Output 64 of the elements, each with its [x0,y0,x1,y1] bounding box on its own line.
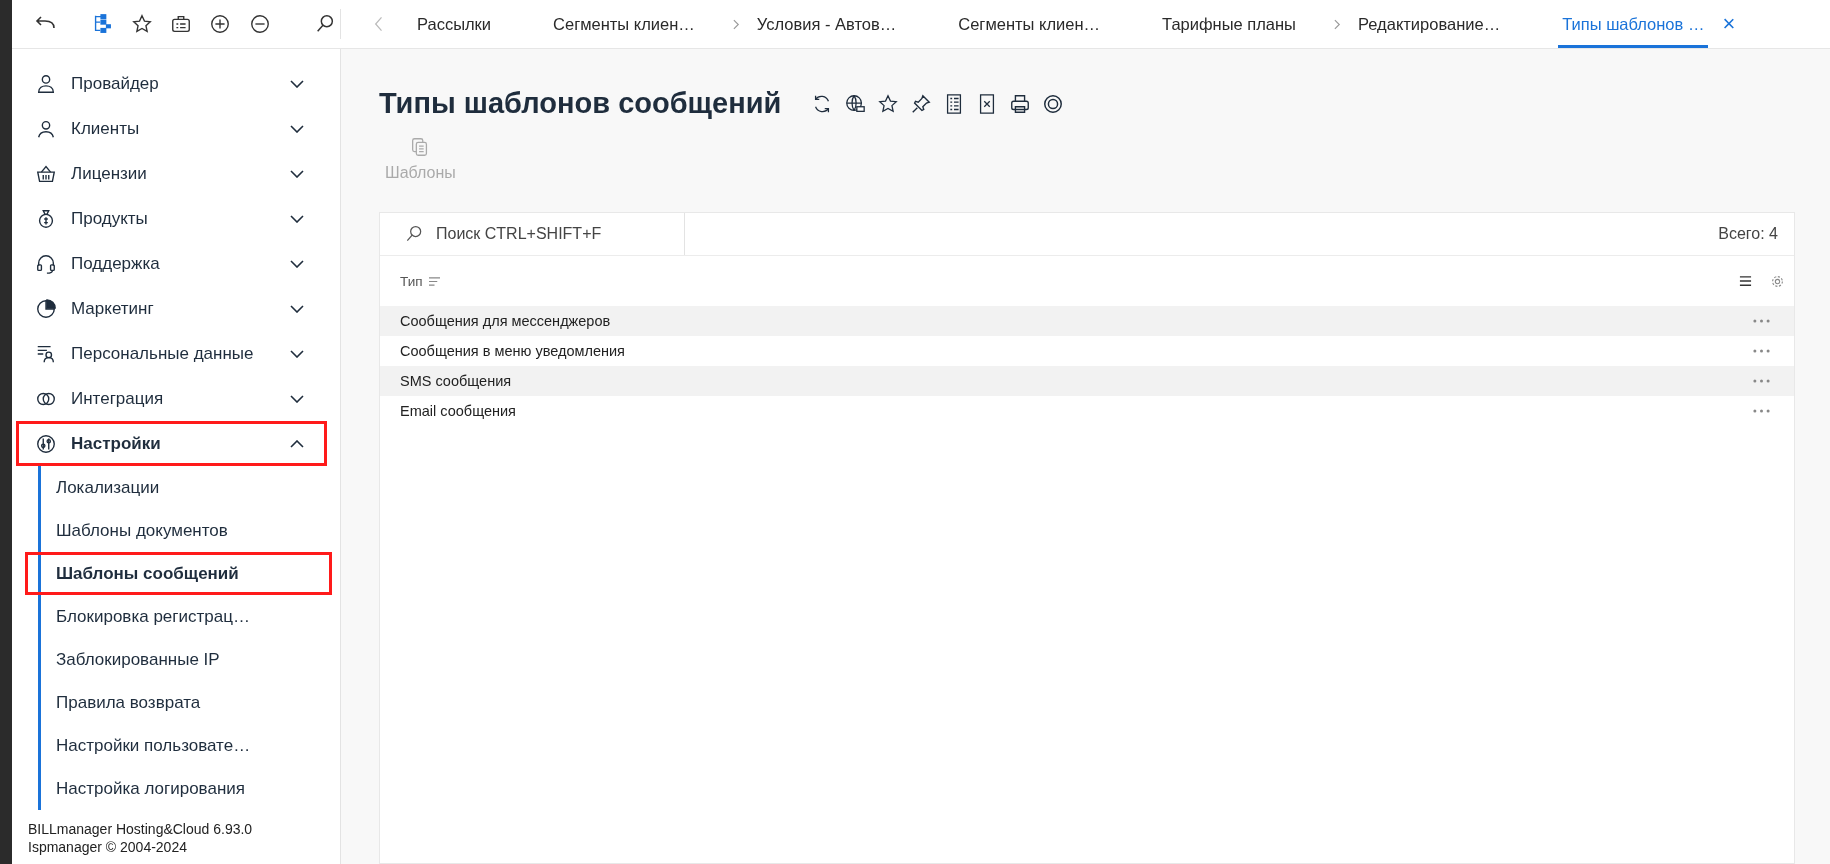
menu-icon[interactable] [1739,275,1752,287]
more-icon[interactable] [1753,379,1770,383]
sidebar-item[interactable]: Лицензии [16,151,327,196]
tab[interactable]: Тарифные планы [1158,0,1300,48]
chevron-down-icon [290,124,304,133]
version-text: BILLmanager Hosting&Cloud 6.93.0 [28,820,254,838]
chevron-down-icon [290,349,304,358]
chevron-up-icon [290,439,304,448]
version-text: Ispmanager © 2004-2024 [28,838,188,856]
chevron-down-icon [290,304,304,313]
sidebar-subitem[interactable]: Правила возврата [25,681,332,724]
tab[interactable]: Сегменты клиен… [954,0,1105,48]
search-icon [404,224,424,244]
sidebar-item[interactable]: Интеграция [16,376,327,421]
search-field[interactable]: Поиск CTRL+SHIFT+F [434,224,668,244]
sidebar-item[interactable]: Персональные данные [16,331,327,376]
sidebar-subitem[interactable]: Настройки пользовате… [25,724,332,767]
more-icon[interactable] [1753,319,1770,323]
lifebuoy-icon[interactable] [1042,92,1065,115]
sidebar-item[interactable]: Провайдер [16,61,327,106]
table-cell-text: Сообщения в меню уведомления [400,343,626,359]
pin-icon[interactable] [910,92,933,115]
section-icon [35,432,57,455]
globe-icon[interactable] [844,92,867,115]
chevron-down-icon [290,214,304,223]
sidebar-item[interactable]: Поддержка [16,241,327,286]
tab[interactable]: Сегменты клиен… [549,0,699,48]
sidebar-subitem[interactable]: Шаблоны сообщений [25,552,332,595]
sidebar-subitem[interactable]: Шаблоны документов [25,509,332,552]
printer-icon[interactable] [1009,92,1032,115]
section-icon [35,252,57,275]
settings-icon[interactable] [1771,274,1784,288]
column-header[interactable]: Тип [400,273,423,289]
chevron-down-icon [290,79,304,88]
chevron-down-icon [290,259,304,268]
table-row[interactable]: Сообщения для мессенджеров [380,306,1794,336]
sort-icon[interactable] [427,275,441,287]
section-icon [35,72,57,95]
sidebar-subitem[interactable]: Локализации [25,466,332,509]
star-icon[interactable] [877,92,900,115]
chevron-down-icon [290,394,304,403]
table-cell-text: SMS сообщения [400,373,513,389]
table-row[interactable]: Сообщения в меню уведомления [380,336,1794,366]
total-count: Всего: 4 [1718,225,1778,243]
sidebar-subitem[interactable]: Блокировка регистрац… [25,595,332,638]
close-tab-button[interactable]: × [1722,11,1736,37]
chevron-down-icon [290,169,304,178]
table-row[interactable]: SMS сообщения [380,366,1794,396]
sidebar-item[interactable]: Продукты [16,196,327,241]
sidebar-subitem[interactable]: Заблокированные IP [25,638,332,681]
tab[interactable]: Редактирование… [1354,0,1505,48]
more-icon[interactable] [1753,409,1770,413]
tab[interactable]: Условия - Автов… [752,0,901,48]
table-cell-text: Сообщения для мессенджеров [400,313,612,329]
page-title: Типы шаблонов сообщений [379,87,782,120]
tab[interactable]: Рассылки [413,0,496,48]
table-cell-text: Email сообщения [400,403,517,419]
more-icon[interactable] [1753,349,1770,353]
sidebar-item[interactable]: Клиенты [16,106,327,151]
sidebar-item[interactable]: Настройки [16,421,327,466]
sidebar-subitem[interactable]: Настройка логирования [25,767,332,810]
sidebar-item[interactable]: Маркетинг [16,286,327,331]
section-icon [35,297,57,320]
table-row[interactable]: Email сообщения [380,396,1794,426]
